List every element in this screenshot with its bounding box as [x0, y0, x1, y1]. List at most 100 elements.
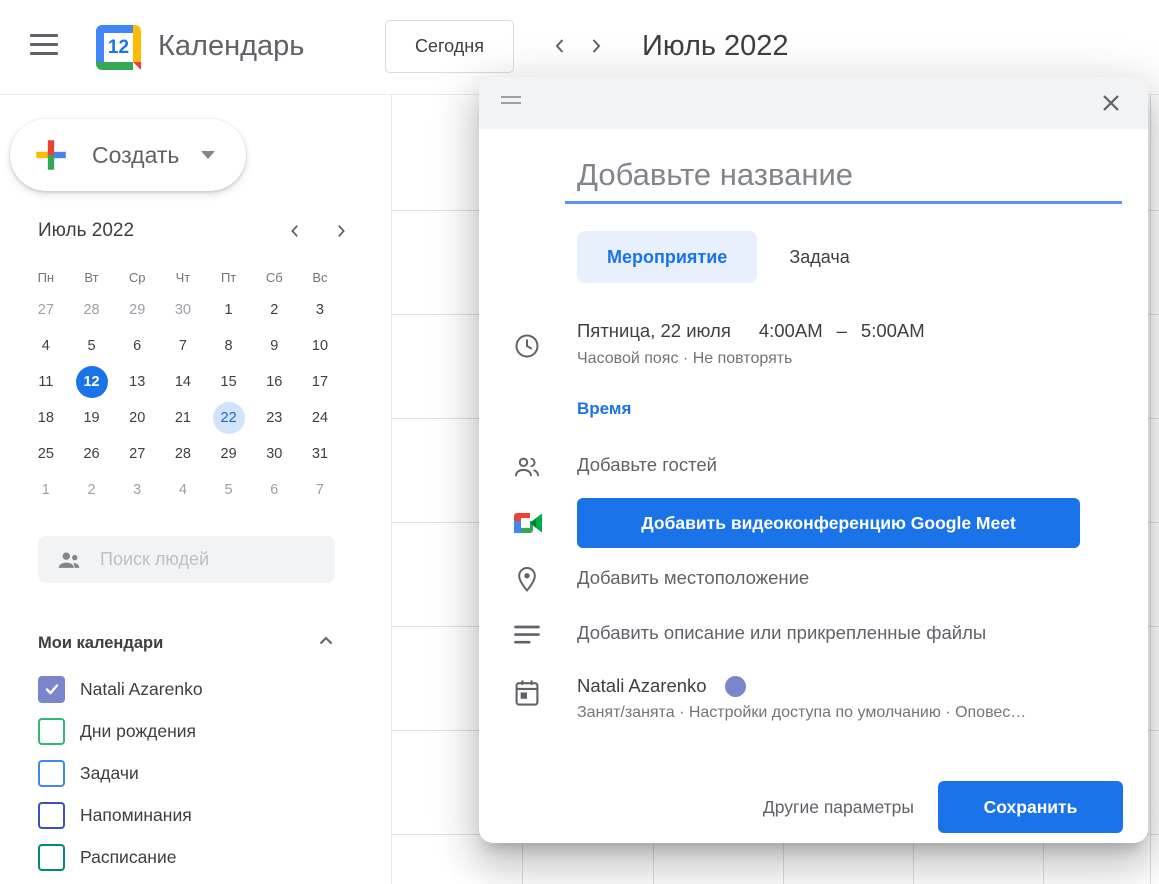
calendar-list-item[interactable]: Задачи — [38, 752, 371, 794]
add-meet-button[interactable]: Добавить видеоконференцию Google Meet — [577, 498, 1080, 548]
mini-cal-day[interactable]: 30 — [160, 292, 206, 328]
calendar-owner-name: Natali Azarenko — [577, 675, 707, 696]
mini-cal-day[interactable]: 6 — [251, 472, 297, 508]
people-search-input[interactable] — [98, 548, 302, 571]
add-guests-field[interactable]: Добавьте гостей — [577, 454, 717, 476]
mini-cal-day[interactable]: 15 — [206, 364, 252, 400]
mini-cal-day[interactable]: 14 — [160, 364, 206, 400]
event-time-summary[interactable]: Пятница, 22 июля 4:00AM – 5:00AM — [577, 320, 925, 342]
time-link[interactable]: Время — [577, 399, 631, 419]
mini-cal-day[interactable]: 27 — [23, 292, 69, 328]
calendar-checkbox[interactable] — [38, 801, 65, 829]
mini-cal-day[interactable]: 2 — [69, 472, 115, 508]
mini-cal-day[interactable]: 11 — [23, 364, 69, 400]
mini-cal-day[interactable]: 24 — [297, 400, 343, 436]
mini-cal-next-icon[interactable] — [331, 221, 351, 241]
mini-cal-day[interactable]: 28 — [69, 292, 115, 328]
mini-cal-day[interactable]: 27 — [114, 436, 160, 472]
my-calendars-list: Natali Azarenko Дни рождения Задачи Напомин… — [38, 668, 371, 878]
calendar-owner-row[interactable]: Natali Azarenko — [577, 675, 746, 697]
mini-cal-day[interactable]: 3 — [297, 292, 343, 328]
mini-cal-day[interactable]: 21 — [160, 400, 206, 436]
mini-cal-day[interactable]: 22 — [206, 400, 252, 436]
people-search-box[interactable] — [38, 536, 335, 583]
mini-calendar-header: Июль 2022 — [38, 218, 351, 244]
mini-cal-day[interactable]: 17 — [297, 364, 343, 400]
mini-cal-day[interactable]: 1 — [206, 292, 252, 328]
mini-cal-day[interactable]: 4 — [160, 472, 206, 508]
dialog-header — [479, 77, 1148, 129]
mini-cal-day[interactable]: 26 — [69, 436, 115, 472]
mini-cal-day[interactable]: 13 — [114, 364, 160, 400]
mini-cal-day[interactable]: 5 — [69, 328, 115, 364]
save-button[interactable]: Сохранить — [938, 781, 1123, 833]
grid-line — [1150, 94, 1151, 884]
people-search-icon — [58, 552, 80, 568]
time-separator: – — [836, 320, 847, 341]
mini-cal-day[interactable]: 9 — [251, 328, 297, 364]
mini-cal-day[interactable]: 29 — [114, 292, 160, 328]
weekday-header: Пн — [37, 269, 55, 285]
drag-handle[interactable] — [501, 96, 521, 106]
chevron-right-icon[interactable] — [582, 32, 610, 60]
event-end-time: 5:00AM — [860, 320, 925, 341]
mini-cal-day[interactable]: 6 — [114, 328, 160, 364]
calendar-list-item[interactable]: Расписание — [38, 836, 371, 878]
weekday-header: Чт — [175, 269, 191, 285]
mini-cal-day[interactable]: 28 — [160, 436, 206, 472]
mini-cal-day[interactable]: 2 — [251, 292, 297, 328]
mini-cal-day[interactable]: 5 — [206, 472, 252, 508]
mini-cal-day[interactable]: 10 — [297, 328, 343, 364]
calendar-label: Natali Azarenko — [80, 678, 203, 699]
mini-cal-day[interactable]: 16 — [251, 364, 297, 400]
create-button[interactable]: Создать — [10, 119, 246, 191]
mini-cal-day[interactable]: 18 — [23, 400, 69, 436]
mini-cal-day[interactable]: 23 — [251, 400, 297, 436]
mini-cal-day[interactable]: 8 — [206, 328, 252, 364]
event-start-time: 4:00AM — [758, 320, 823, 341]
mini-cal-day[interactable]: 1 — [23, 472, 69, 508]
mini-cal-day[interactable]: 29 — [206, 436, 252, 472]
event-title-input[interactable] — [565, 157, 1122, 204]
mini-cal-day[interactable]: 30 — [251, 436, 297, 472]
mini-cal-day[interactable]: 12 — [69, 364, 115, 400]
tab-event[interactable]: Мероприятие — [577, 231, 758, 283]
today-button[interactable]: Сегодня — [385, 20, 514, 73]
mini-cal-day[interactable]: 25 — [23, 436, 69, 472]
weekday-header: Вт — [84, 269, 99, 285]
calendar-list-item[interactable]: Напоминания — [38, 794, 371, 836]
my-calendars-header[interactable]: Мои календари — [38, 632, 335, 655]
add-location-field[interactable]: Добавить местоположение — [577, 567, 809, 589]
add-description-field[interactable]: Добавить описание или прикрепленные файл… — [577, 622, 986, 644]
calendar-checkbox[interactable] — [38, 843, 65, 871]
calendar-checkbox[interactable] — [38, 717, 65, 745]
tab-task[interactable]: Задача — [765, 231, 873, 283]
mini-cal-day[interactable]: 31 — [297, 436, 343, 472]
app-title: Календарь — [158, 30, 305, 62]
location-pin-icon — [518, 567, 536, 592]
calendar-checkbox[interactable] — [38, 759, 65, 787]
mini-cal-prev-icon[interactable] — [285, 221, 305, 241]
chevron-left-icon[interactable] — [546, 32, 574, 60]
logo-day-number: 12 — [104, 33, 133, 62]
calendar-label: Расписание — [80, 846, 177, 867]
mini-cal-day[interactable]: 7 — [297, 472, 343, 508]
mini-cal-day[interactable]: 19 — [69, 400, 115, 436]
mini-cal-day[interactable]: 3 — [114, 472, 160, 508]
mini-cal-day[interactable]: 7 — [160, 328, 206, 364]
calendar-owner-details: Занят/занята · Настройки доступа по умол… — [577, 704, 1027, 721]
calendar-checkbox[interactable] — [38, 675, 65, 703]
chevron-up-icon[interactable] — [317, 632, 335, 655]
clock-icon — [515, 334, 539, 358]
close-icon[interactable] — [1098, 90, 1124, 116]
my-calendars-title: Мои календари — [38, 634, 164, 652]
hamburger-menu-icon[interactable] — [30, 34, 58, 58]
more-options-button[interactable]: Другие параметры — [763, 797, 914, 818]
calendar-list-item[interactable]: Дни рождения — [38, 710, 371, 752]
event-type-tabs: Мероприятие Задача — [577, 231, 874, 283]
mini-cal-day[interactable]: 20 — [114, 400, 160, 436]
calendar-list-item[interactable]: Natali Azarenko — [38, 668, 371, 710]
mini-cal-day[interactable]: 4 — [23, 328, 69, 364]
weekday-header: Пт — [220, 269, 237, 285]
calendar-label: Задачи — [80, 762, 139, 783]
